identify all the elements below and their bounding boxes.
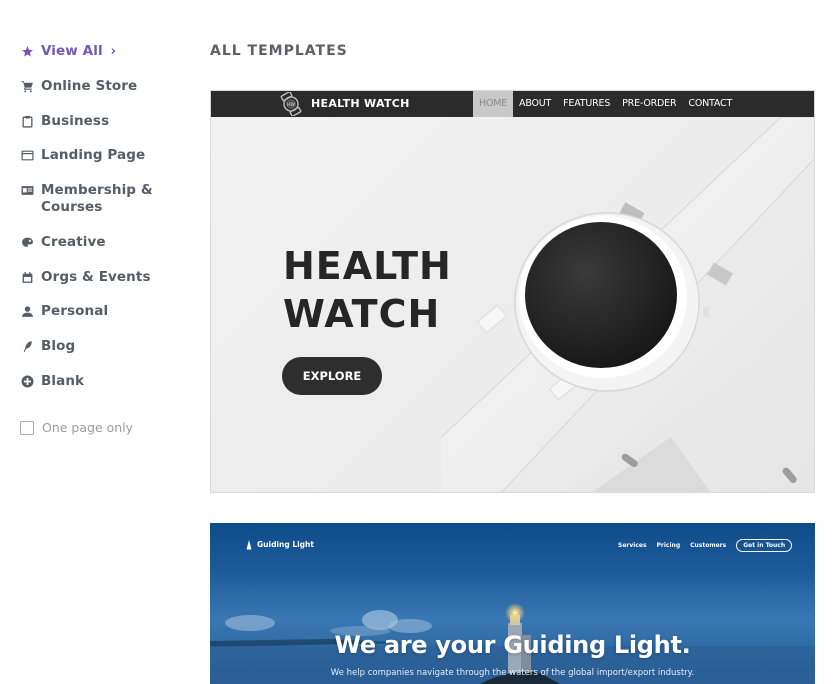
sidebar-item-personal[interactable]: Personal bbox=[20, 303, 108, 320]
explore-button: EXPLORE bbox=[282, 357, 382, 395]
preview-menu-pricing: Pricing bbox=[656, 542, 681, 549]
feather-icon bbox=[20, 338, 34, 354]
watch-logo-icon: HW bbox=[280, 92, 302, 116]
sidebar-item-label: Blog bbox=[41, 338, 76, 354]
sidebar-item-label: Online Store bbox=[41, 78, 138, 94]
preview-menu-features: FEATURES bbox=[563, 98, 611, 109]
sidebar-item-creative[interactable]: Creative bbox=[20, 234, 106, 251]
one-page-only-filter[interactable]: One page only bbox=[20, 420, 133, 435]
hero-title-line-1: HEALTH bbox=[283, 244, 452, 288]
palette-icon bbox=[20, 234, 34, 250]
preview-menu-customers: Customers bbox=[690, 542, 727, 549]
clipboard-icon bbox=[20, 113, 34, 129]
template-brand-name: HEALTH WATCH bbox=[311, 97, 410, 110]
sidebar-item-membership-courses[interactable]: Membership & Courses bbox=[20, 182, 153, 216]
smartwatch-image bbox=[441, 117, 814, 492]
chevron-right-icon: › bbox=[110, 44, 117, 59]
cart-icon bbox=[20, 78, 34, 94]
preview-menu-contact: CONTACT bbox=[688, 98, 733, 109]
sidebar-item-label: Creative bbox=[41, 234, 106, 250]
template-card-health-watch[interactable]: HW HEALTH WATCH HOME ABOUT FEATURES PRE-… bbox=[210, 90, 815, 493]
window-icon bbox=[20, 147, 34, 163]
preview-menu-services: Services bbox=[618, 542, 647, 549]
sidebar-item-label: Orgs & Events bbox=[41, 269, 151, 285]
preview-menu-pre-order: PRE-ORDER bbox=[622, 98, 677, 109]
star-icon bbox=[20, 43, 34, 59]
sidebar-item-label: View All bbox=[41, 43, 103, 59]
template-hero-title: We are your Guiding Light. bbox=[334, 631, 691, 659]
sidebar-item-orgs-events[interactable]: Orgs & Events bbox=[20, 269, 151, 286]
sidebar-item-label: Personal bbox=[41, 303, 109, 319]
template-preview-menu: Services Pricing Customers Get in Touch bbox=[618, 539, 793, 552]
hero-title-line-2: WATCH bbox=[283, 292, 441, 336]
sidebar-item-view-all[interactable]: View All › bbox=[20, 43, 116, 60]
template-brand-name: Guiding Light bbox=[257, 540, 314, 549]
template-preview-menu: HOME ABOUT FEATURES PRE-ORDER CONTACT bbox=[473, 91, 738, 117]
sidebar-item-business[interactable]: Business bbox=[20, 113, 109, 130]
sidebar-item-label: Business bbox=[41, 113, 110, 129]
one-page-only-checkbox[interactable] bbox=[20, 420, 34, 435]
template-hero-title: HEALTH WATCH bbox=[283, 242, 452, 338]
template-preview-navbar: HW HEALTH WATCH HOME ABOUT FEATURES PRE-… bbox=[211, 91, 814, 117]
sidebar-item-label: Membership & Courses bbox=[41, 182, 153, 216]
sidebar-item-label: Blank bbox=[41, 373, 85, 389]
section-title: ALL TEMPLATES bbox=[210, 43, 348, 59]
sidebar-item-label: Landing Page bbox=[41, 147, 146, 163]
sidebar-item-blank[interactable]: Blank bbox=[20, 373, 84, 390]
preview-menu-about: ABOUT bbox=[519, 98, 552, 109]
sidebar-item-online-store[interactable]: Online Store bbox=[20, 78, 137, 95]
label-line-1: Membership & bbox=[41, 182, 153, 198]
lighthouse-logo-icon bbox=[246, 540, 252, 550]
preview-menu-home: HOME bbox=[473, 91, 514, 117]
template-preview-hero: HEALTH WATCH EXPLORE bbox=[211, 117, 814, 492]
svg-text:HW: HW bbox=[287, 102, 295, 108]
template-hero-subtitle: We help companies navigate through the w… bbox=[330, 668, 695, 678]
calendar-icon bbox=[20, 269, 34, 285]
plus-circle-icon bbox=[20, 373, 34, 389]
one-page-only-label: One page only bbox=[42, 420, 134, 435]
sidebar-item-blog[interactable]: Blog bbox=[20, 338, 75, 355]
template-card-guiding-light[interactable]: Guiding Light Services Pricing Customers… bbox=[210, 523, 815, 684]
person-icon bbox=[20, 303, 34, 319]
get-in-touch-button: Get in Touch bbox=[736, 539, 793, 552]
id-card-icon bbox=[20, 182, 34, 198]
sidebar-item-landing-page[interactable]: Landing Page bbox=[20, 147, 145, 164]
label-line-2: Courses bbox=[41, 199, 103, 215]
